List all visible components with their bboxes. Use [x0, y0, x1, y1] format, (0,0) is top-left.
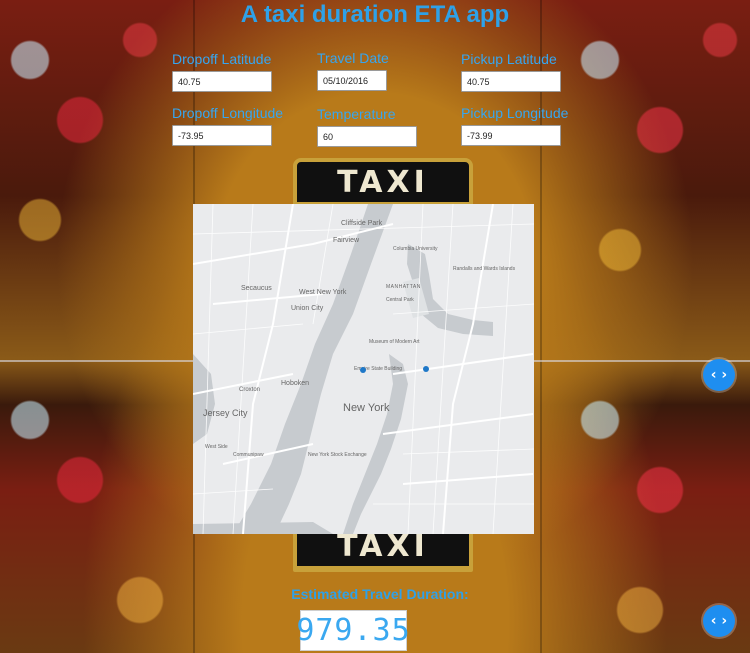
- map-label-secaucus: Secaucus: [241, 285, 272, 292]
- page-title: A taxi duration ETA app: [240, 1, 510, 28]
- map-label-nyse: New York Stock Exchange: [308, 452, 367, 458]
- dropoff-longitude-input[interactable]: [172, 125, 272, 146]
- left-right-arrows-icon: ‹ ›: [710, 367, 728, 383]
- map-label-columbia: Columbia University: [393, 246, 438, 252]
- eta-label: Estimated Travel Duration:: [291, 586, 469, 602]
- temperature-label: Temperature: [317, 106, 396, 122]
- map-canvas: Cliffside Park Fairview Columbia Univers…: [193, 204, 534, 534]
- pickup-marker[interactable]: [360, 367, 366, 373]
- map-label-communipaw: Communipaw: [233, 452, 264, 458]
- dropoff-latitude-group: Dropoff Latitude: [172, 50, 272, 92]
- map-label-museum: Museum of Modern Art: [369, 339, 420, 345]
- map-label-manhattan: MANHATTAN: [386, 284, 421, 290]
- map-label-croxton: Croxton: [239, 387, 260, 393]
- map-label-fairview: Fairview: [333, 237, 360, 244]
- pickup-latitude-label: Pickup Latitude: [461, 51, 557, 67]
- temperature-group: Temperature: [317, 105, 417, 147]
- map-label-cliffside-park: Cliffside Park: [341, 220, 383, 227]
- map-label-central-park: Central Park: [386, 297, 414, 303]
- pickup-latitude-input[interactable]: [461, 71, 561, 92]
- map-label-union-city: Union City: [291, 305, 324, 312]
- travel-date-group: Travel Date: [317, 49, 389, 91]
- map-label-jersey-city: Jersey City: [203, 408, 248, 418]
- map-label-new-york: New York: [343, 402, 390, 414]
- taxi-sign-top: TAXI: [293, 158, 473, 208]
- travel-date-input[interactable]: [317, 70, 387, 91]
- dropoff-longitude-label: Dropoff Longitude: [172, 105, 284, 121]
- background-seam: [540, 0, 542, 653]
- dropoff-latitude-label: Dropoff Latitude: [172, 51, 272, 67]
- temperature-input[interactable]: [317, 126, 417, 147]
- pickup-longitude-label: Pickup Longitude: [461, 105, 569, 121]
- pickup-longitude-input[interactable]: [461, 125, 561, 146]
- expand-arrows-button[interactable]: ‹ ›: [703, 359, 735, 391]
- dropoff-latitude-input[interactable]: [172, 71, 272, 92]
- route-map[interactable]: Cliffside Park Fairview Columbia Univers…: [193, 204, 534, 534]
- expand-arrows-button-bottom[interactable]: ‹ ›: [703, 605, 735, 637]
- left-right-arrows-icon: ‹ ›: [710, 613, 728, 629]
- pickup-longitude-group: Pickup Longitude: [461, 104, 568, 146]
- map-label-randalls: Randalls and Wards Islands: [453, 266, 516, 272]
- eta-value-display: 979.35: [296, 610, 410, 651]
- map-label-west-new-york: West New York: [299, 289, 347, 296]
- travel-date-label: Travel Date: [317, 50, 389, 66]
- map-label-west-side: West Side: [205, 444, 228, 450]
- map-label-hoboken: Hoboken: [281, 380, 309, 387]
- dropoff-marker[interactable]: [423, 366, 429, 372]
- dropoff-longitude-group: Dropoff Longitude: [172, 104, 283, 146]
- pickup-latitude-group: Pickup Latitude: [461, 50, 561, 92]
